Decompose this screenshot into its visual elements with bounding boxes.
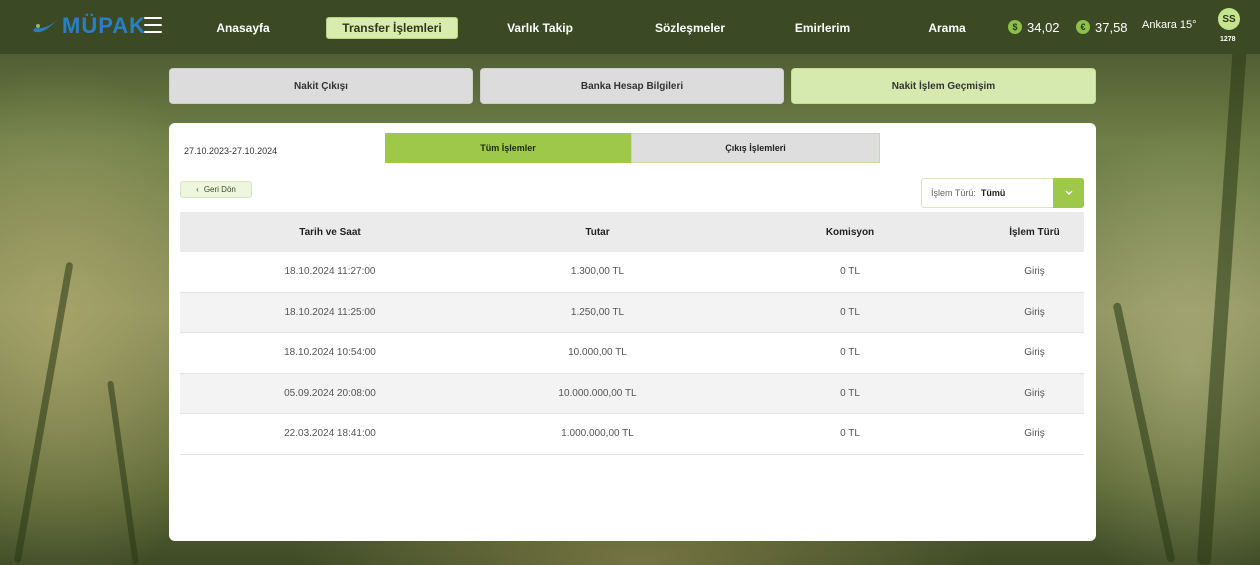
cell-commission: 0 TL	[840, 387, 860, 399]
segment-tum-islemler[interactable]: Tüm İşlemler	[385, 133, 631, 163]
cell-date: 18.10.2024 11:25:00	[284, 306, 376, 318]
cell-commission: 0 TL	[840, 306, 860, 318]
usd-rate-value: 34,02	[1027, 19, 1060, 35]
eur-rate-value: 37,58	[1095, 19, 1128, 35]
nav-item-varlik-takip[interactable]: Varlık Takip	[500, 17, 580, 39]
cell-type: Giriş	[1024, 347, 1045, 359]
table-row[interactable]: 18.10.2024 10:54:00 10.000,00 TL 0 TL Gi…	[180, 333, 1084, 374]
back-button[interactable]: ‹ Geri Dön	[180, 181, 252, 198]
transaction-type-value: Tümü	[980, 188, 1006, 198]
table-header: Tarih ve Saat Tutar Komisyon İşlem Türü	[180, 212, 1084, 252]
hamburger-menu-icon[interactable]	[144, 17, 162, 33]
user-avatar[interactable]: SS	[1218, 8, 1240, 30]
cell-date: 18.10.2024 11:27:00	[284, 266, 376, 278]
transaction-history-panel: 27.10.2023-27.10.2024 Tüm İşlemler Çıkış…	[169, 123, 1096, 541]
back-button-label: Geri Dön	[203, 185, 236, 194]
nav-item-anasayfa[interactable]: Anasayfa	[208, 17, 278, 39]
cell-type: Giriş	[1024, 428, 1045, 440]
nav-item-sozlesmeler[interactable]: Sözleşmeler	[645, 17, 735, 39]
cell-type: Giriş	[1024, 306, 1045, 318]
table-row[interactable]: 22.03.2024 18:41:00 1.000.000,00 TL 0 TL…	[180, 414, 1084, 455]
nav-item-emirlerim[interactable]: Emirlerim	[790, 17, 855, 39]
chevron-left-icon: ‹	[196, 185, 199, 194]
column-header-islem-turu[interactable]: İşlem Türü	[985, 227, 1084, 238]
table-row[interactable]: 18.10.2024 11:27:00 1.300,00 TL 0 TL Gir…	[180, 252, 1084, 293]
cell-amount: 1.000.000,00 TL	[561, 428, 634, 440]
top-navigation-bar: MÜPAK Anasayfa Transfer İşlemleri Varlık…	[0, 0, 1260, 54]
cell-commission: 0 TL	[840, 347, 860, 359]
cell-amount: 10.000,00 TL	[568, 347, 627, 359]
cell-type: Giriş	[1024, 387, 1045, 399]
transactions-table: Tarih ve Saat Tutar Komisyon İşlem Türü …	[180, 212, 1084, 455]
table-row[interactable]: 05.09.2024 20:08:00 10.000.000,00 TL 0 T…	[180, 373, 1084, 414]
brand-logo[interactable]: MÜPAK	[32, 11, 146, 41]
segment-cikis-islemleri[interactable]: Çıkış İşlemleri	[631, 133, 880, 163]
cell-type: Giriş	[1024, 266, 1045, 278]
transaction-type-select[interactable]: İşlem Türü: Tümü	[921, 178, 1084, 208]
user-id: 1278	[1220, 36, 1236, 43]
cell-amount: 10.000.000,00 TL	[558, 387, 637, 399]
cell-amount: 1.250,00 TL	[570, 306, 625, 318]
tab-nakit-islem-gecmisim[interactable]: Nakit İşlem Geçmişim	[791, 68, 1096, 104]
cell-date: 22.03.2024 18:41:00	[284, 428, 376, 440]
cell-amount: 1.300,00 TL	[570, 266, 625, 278]
transaction-type-label: İşlem Türü:	[931, 188, 976, 198]
column-header-tarih[interactable]: Tarih ve Saat	[180, 227, 480, 238]
tab-nakit-cikisi[interactable]: Nakit Çıkışı	[169, 68, 473, 104]
weather-info: Ankara 15°	[1142, 19, 1197, 31]
cell-commission: 0 TL	[840, 428, 860, 440]
column-header-komisyon[interactable]: Komisyon	[715, 227, 985, 238]
eur-rate: € 37,58	[1076, 17, 1128, 37]
cell-date: 05.09.2024 20:08:00	[284, 387, 376, 399]
nav-item-arama[interactable]: Arama	[922, 17, 972, 39]
table-row[interactable]: 18.10.2024 11:25:00 1.250,00 TL 0 TL Gir…	[180, 292, 1084, 333]
cell-date: 18.10.2024 10:54:00	[284, 347, 376, 359]
column-header-tutar[interactable]: Tutar	[480, 227, 715, 238]
brand-name: MÜPAK	[62, 13, 147, 38]
dollar-coin-icon: $	[1008, 20, 1022, 34]
tab-banka-hesap-bilgileri[interactable]: Banka Hesap Bilgileri	[480, 68, 784, 104]
cell-commission: 0 TL	[840, 266, 860, 278]
usd-rate: $ 34,02	[1008, 17, 1060, 37]
euro-coin-icon: €	[1076, 20, 1090, 34]
logo-swoosh-icon	[33, 20, 57, 33]
nav-item-transfer-islemleri[interactable]: Transfer İşlemleri	[326, 17, 458, 39]
date-range[interactable]: 27.10.2023-27.10.2024	[184, 146, 277, 156]
chevron-down-icon[interactable]	[1053, 178, 1084, 208]
